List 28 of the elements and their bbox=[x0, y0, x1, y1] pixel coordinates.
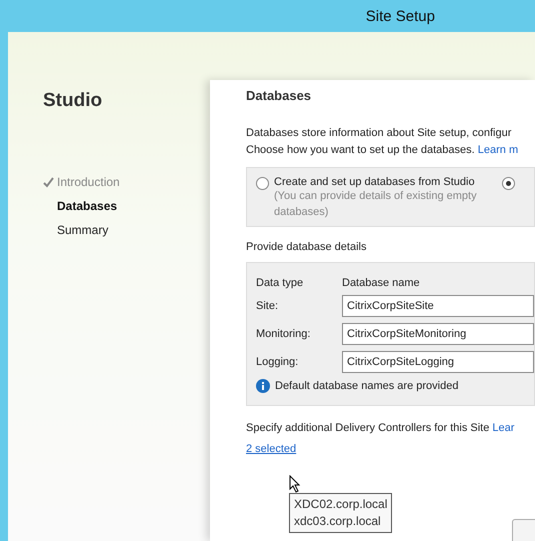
description-text: Databases store information about Site setup, configur bbox=[246, 126, 512, 141]
field-label: Logging: bbox=[256, 356, 300, 368]
section-heading: Databases bbox=[246, 88, 312, 103]
input-field[interactable]: CitrixCorpSiteSite bbox=[342, 295, 534, 317]
sidebar-item[interactable]: Databases bbox=[57, 199, 118, 213]
learn-more-link[interactable]: Lear bbox=[492, 422, 514, 434]
tooltip: XDC02.corp.local xdc03.corp.local bbox=[289, 493, 392, 533]
field-label: Monitoring: bbox=[256, 328, 312, 340]
sidebar-item[interactable]: Summary bbox=[57, 223, 108, 237]
field-label: Site: bbox=[256, 300, 280, 312]
sidebar-title: Studio bbox=[43, 90, 104, 112]
option-label: Create and set up databases from Studio bbox=[274, 176, 476, 188]
window-title: Site Setup bbox=[366, 8, 435, 24]
learn-more-link[interactable]: Learn m bbox=[478, 144, 518, 156]
controllers-label: Specify additional Delivery Controllers for this Site bbox=[246, 422, 490, 434]
option-hint: (You can provide details of existing empty databases) bbox=[274, 189, 478, 220]
details-label: Provide database details bbox=[246, 241, 368, 253]
radio-button[interactable] bbox=[256, 177, 269, 190]
column-header: Database name bbox=[342, 277, 421, 289]
cursor-icon bbox=[289, 475, 301, 493]
selected-link[interactable]: 2 selected bbox=[246, 443, 296, 455]
input-field[interactable]: CitrixCorpSiteLogging bbox=[342, 351, 534, 373]
column-header: Data type bbox=[256, 277, 304, 289]
info-text: Default database names are provided bbox=[275, 380, 458, 392]
info-icon bbox=[256, 379, 270, 393]
input-field[interactable]: CitrixCorpSiteMonitoring bbox=[342, 323, 534, 345]
radio-button[interactable] bbox=[502, 177, 515, 190]
description-text: Choose how you want to set up the databases. bbox=[246, 144, 475, 156]
